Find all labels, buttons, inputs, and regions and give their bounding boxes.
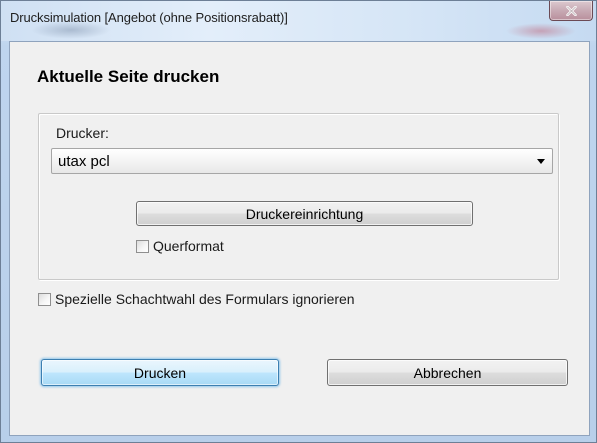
print-button[interactable]: Drucken [41, 359, 279, 386]
landscape-label: Querformat [153, 238, 224, 254]
ignore-tray-checkbox-row[interactable]: Spezielle Schachtwahl des Formulars igno… [38, 291, 355, 307]
printer-select[interactable]: utax pcl [51, 148, 553, 174]
printer-label: Drucker: [56, 125, 109, 141]
landscape-checkbox-row[interactable]: Querformat [136, 238, 224, 254]
printer-setup-button[interactable]: Druckereinrichtung [136, 201, 473, 226]
printer-group-box [38, 113, 559, 280]
ignore-tray-label: Spezielle Schachtwahl des Formulars igno… [55, 291, 355, 307]
ignore-tray-checkbox[interactable] [38, 292, 51, 306]
printer-select-value: utax pcl [58, 153, 110, 170]
print-simulation-window: Drucksimulation [Angebot (ohne Positions… [0, 0, 597, 443]
title-bar-glow-right [506, 23, 576, 39]
close-icon [565, 5, 577, 16]
window-title: Drucksimulation [Angebot (ohne Positions… [10, 10, 288, 25]
dialog-heading: Aktuelle Seite drucken [37, 67, 220, 86]
dialog-client-area: Aktuelle Seite drucken Drucker: utax pcl… [9, 41, 590, 436]
landscape-checkbox[interactable] [136, 239, 149, 253]
printer-setup-button-label: Druckereinrichtung [245, 205, 364, 222]
print-button-label: Drucken [133, 364, 187, 381]
chevron-down-icon [537, 159, 545, 164]
title-bar[interactable]: Drucksimulation [Angebot (ohne Positions… [1, 1, 596, 41]
close-button[interactable] [549, 1, 593, 21]
cancel-button[interactable]: Abbrechen [327, 359, 568, 386]
cancel-button-label: Abbrechen [413, 364, 482, 381]
